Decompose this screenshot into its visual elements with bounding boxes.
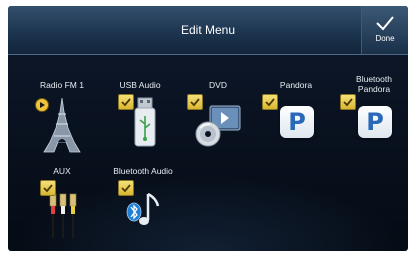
source-label: Bluetooth Pandora [356, 74, 392, 94]
eiffel-tower-icon [43, 97, 81, 153]
page-title: Edit Menu [180, 23, 236, 37]
checkmark-icon [376, 16, 394, 31]
checkmark-icon [265, 98, 275, 107]
done-button[interactable]: Done [361, 6, 408, 54]
source-label: Bluetooth Audio [113, 166, 173, 176]
done-label: Done [375, 34, 395, 43]
selected-checkbox[interactable] [262, 94, 278, 110]
source-label: Pandora [279, 80, 313, 90]
selected-checkbox[interactable] [187, 94, 203, 110]
source-label: Radio FM 1 [40, 80, 84, 90]
checkmark-icon [190, 98, 200, 107]
source-tile-pandora[interactable]: Pandora P [262, 80, 328, 170]
checkmark-icon [121, 184, 131, 193]
checkmark-icon [43, 184, 53, 193]
source-tile-bluetooth-pandora[interactable]: Bluetooth Pandora P [340, 74, 406, 164]
selected-checkbox[interactable] [40, 180, 56, 196]
pandora-icon: P [358, 106, 392, 138]
source-tile-dvd[interactable]: DVD [186, 80, 250, 170]
source-tile-aux[interactable]: AUX [30, 166, 94, 251]
checkmark-icon [343, 98, 353, 107]
selected-checkbox[interactable] [118, 180, 134, 196]
source-label: AUX [53, 166, 71, 176]
source-label: USB Audio [119, 80, 161, 90]
header-bar: Edit Menu Done [8, 6, 408, 55]
selected-checkbox[interactable] [118, 94, 134, 110]
selected-checkbox[interactable] [340, 94, 356, 110]
source-tile-usb-audio[interactable]: USB Audio [108, 80, 172, 170]
source-tile-radio-fm[interactable]: Radio FM 1 [30, 80, 94, 170]
checkmark-icon [121, 98, 131, 107]
source-label: DVD [209, 80, 227, 90]
edit-menu-screen: Edit Menu Done Radio FM 1 USB Audio DVD … [8, 6, 408, 251]
pandora-icon: P [280, 106, 314, 138]
source-tile-bluetooth-audio[interactable]: Bluetooth Audio [108, 166, 173, 251]
